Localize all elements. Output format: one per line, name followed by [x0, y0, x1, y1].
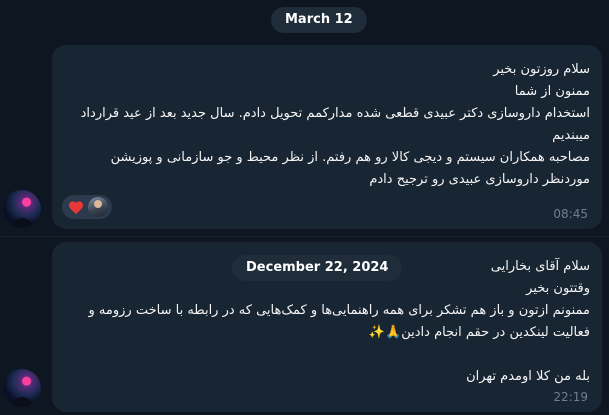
message-time: 22:19 [553, 390, 588, 404]
date-separator: March 12 [271, 7, 367, 33]
avatar[interactable] [3, 369, 41, 407]
heart-icon[interactable] [68, 200, 84, 215]
message-time: 08:45 [553, 207, 588, 221]
avatar[interactable] [3, 190, 41, 228]
message-text: سلام روزتون بخیر ممنون از شما استخدام دا… [80, 62, 590, 187]
message-bubble[interactable]: سلام روزتون بخیر ممنون از شما استخدام دا… [52, 45, 602, 229]
reactor-avatar[interactable] [88, 197, 108, 217]
date-separator: December 22, 2024 [232, 255, 403, 281]
reactions-bar[interactable] [62, 195, 112, 219]
divider [0, 236, 609, 237]
